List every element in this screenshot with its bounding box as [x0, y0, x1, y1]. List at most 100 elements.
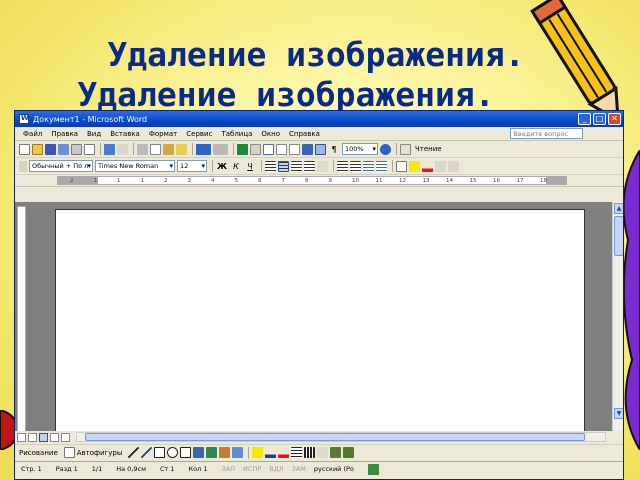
undo-icon[interactable] — [196, 143, 211, 155]
horizontal-ruler[interactable]: 2 1 1 1 2 3 4 5 6 7 8 9 10 11 12 13 14 15 16 17 18 — [57, 176, 567, 185]
permission-icon[interactable] — [58, 143, 69, 155]
hyperlink-icon[interactable] — [237, 143, 248, 155]
numbering-icon[interactable] — [337, 160, 348, 172]
arrow-style-icon[interactable] — [317, 447, 329, 458]
diagram-icon[interactable] — [206, 447, 218, 458]
read-button[interactable]: Чтение — [415, 145, 442, 153]
copy-icon[interactable] — [150, 143, 161, 155]
menu-help[interactable]: Справка — [289, 130, 320, 138]
bold-button[interactable]: Ж — [216, 162, 228, 171]
style-select[interactable]: Обычный + По л — [29, 160, 93, 172]
status-track-changes[interactable]: ИСПР — [243, 465, 261, 473]
justify-icon[interactable] — [304, 160, 315, 172]
status-extend[interactable]: ВДЛ — [269, 465, 283, 473]
menu-view[interactable]: Вид — [87, 130, 101, 138]
print-preview-icon[interactable] — [84, 143, 95, 155]
close-button[interactable]: ✕ — [608, 113, 621, 125]
show-hide-paragraph-icon[interactable]: ¶ — [328, 145, 340, 154]
rectangle-tool-icon[interactable] — [154, 447, 166, 458]
columns-icon[interactable] — [289, 143, 300, 155]
superscript-icon[interactable] — [448, 160, 459, 172]
font-size-select[interactable]: 12 — [177, 160, 207, 172]
horizontal-scrollbar[interactable] — [76, 432, 606, 442]
oval-tool-icon[interactable] — [167, 447, 179, 458]
dash-style-icon[interactable] — [304, 447, 316, 458]
shadow-style-icon[interactable] — [330, 447, 342, 458]
text-direction-icon[interactable] — [435, 160, 446, 172]
font-color-icon[interactable] — [422, 160, 433, 172]
format-painter-icon[interactable] — [176, 143, 187, 155]
line-color-icon[interactable] — [265, 447, 277, 458]
scroll-down-arrow[interactable]: ▼ — [614, 408, 623, 419]
print-icon[interactable] — [71, 143, 82, 155]
menu-file[interactable]: Файл — [23, 130, 42, 138]
menu-format[interactable]: Формат — [149, 130, 177, 138]
fill-color-icon[interactable] — [252, 447, 264, 458]
spelling-status-icon[interactable] — [367, 463, 379, 475]
maximize-button[interactable]: □ — [593, 113, 606, 125]
increase-indent-icon[interactable] — [376, 160, 387, 172]
save-icon[interactable] — [45, 143, 56, 155]
scroll-up-arrow[interactable]: ▲ — [614, 203, 623, 214]
window-titlebar[interactable]: Документ1 - Microsoft Word _ □ ✕ — [15, 111, 623, 127]
vertical-scrollbar[interactable]: ▲ ▼ — [612, 202, 623, 443]
normal-view-icon[interactable] — [17, 432, 26, 442]
tables-borders-icon[interactable] — [250, 143, 261, 155]
wordart-icon[interactable] — [193, 447, 205, 458]
cut-icon[interactable] — [137, 143, 148, 155]
draw-font-color-icon[interactable] — [278, 447, 290, 458]
minimize-button[interactable]: _ — [578, 113, 591, 125]
line-style-icon[interactable] — [291, 447, 303, 458]
insert-excel-icon[interactable] — [276, 143, 287, 155]
3d-style-icon[interactable] — [343, 447, 355, 458]
paste-icon[interactable] — [163, 143, 174, 155]
print-layout-icon[interactable] — [39, 432, 48, 442]
menu-window[interactable]: Окно — [261, 130, 280, 138]
reading-view-icon[interactable] — [61, 432, 70, 442]
menu-insert[interactable]: Вставка — [110, 130, 140, 138]
menu-table[interactable]: Таблица — [221, 130, 252, 138]
menu-tools[interactable]: Сервис — [186, 130, 212, 138]
arrow-tool-icon[interactable] — [141, 447, 153, 458]
border-icon[interactable] — [396, 160, 407, 172]
insert-table-icon[interactable] — [263, 143, 274, 155]
line-spacing-icon[interactable] — [317, 160, 328, 172]
open-folder-icon[interactable] — [32, 143, 43, 155]
align-center-icon[interactable] — [278, 160, 289, 172]
bullets-icon[interactable] — [350, 160, 361, 172]
decrease-indent-icon[interactable] — [363, 160, 374, 172]
align-right-icon[interactable] — [291, 160, 302, 172]
redo-icon[interactable] — [213, 143, 228, 155]
font-select[interactable]: Times New Roman — [95, 160, 175, 172]
textbox-tool-icon[interactable] — [180, 447, 192, 458]
document-page[interactable] — [55, 209, 585, 443]
spelling-icon[interactable] — [104, 143, 115, 155]
align-left-icon[interactable] — [265, 160, 276, 172]
outline-view-icon[interactable] — [50, 432, 59, 442]
underline-button[interactable]: Ч — [244, 162, 256, 171]
highlight-icon[interactable] — [409, 160, 420, 172]
research-icon[interactable] — [117, 143, 128, 155]
help-icon[interactable] — [380, 143, 391, 155]
insert-picture-icon[interactable] — [232, 447, 244, 458]
web-view-icon[interactable] — [28, 432, 37, 442]
vertical-ruler[interactable] — [17, 206, 26, 438]
autoshapes-menu[interactable]: Автофигуры — [77, 449, 123, 457]
vertical-scroll-thumb[interactable] — [614, 216, 623, 256]
horizontal-scroll-thumb[interactable] — [85, 433, 585, 441]
status-overtype[interactable]: ЗАМ — [292, 465, 306, 473]
drawing-menu[interactable]: Рисование — [19, 449, 58, 457]
clipart-icon[interactable] — [219, 447, 231, 458]
menu-edit[interactable]: Правка — [51, 130, 78, 138]
status-language[interactable]: русский (Ро — [314, 465, 354, 473]
styles-pane-icon[interactable] — [19, 160, 27, 172]
help-question-input[interactable]: Введите вопрос — [510, 128, 583, 139]
status-record[interactable]: ЗАП — [222, 465, 236, 473]
document-map-icon[interactable] — [315, 143, 326, 155]
new-document-icon[interactable] — [19, 143, 30, 155]
zoom-select[interactable]: 100% — [342, 143, 378, 155]
select-objects-icon[interactable] — [63, 447, 75, 458]
line-tool-icon[interactable] — [128, 447, 140, 458]
drawing-icon[interactable] — [302, 143, 313, 155]
italic-button[interactable]: К — [230, 162, 242, 171]
